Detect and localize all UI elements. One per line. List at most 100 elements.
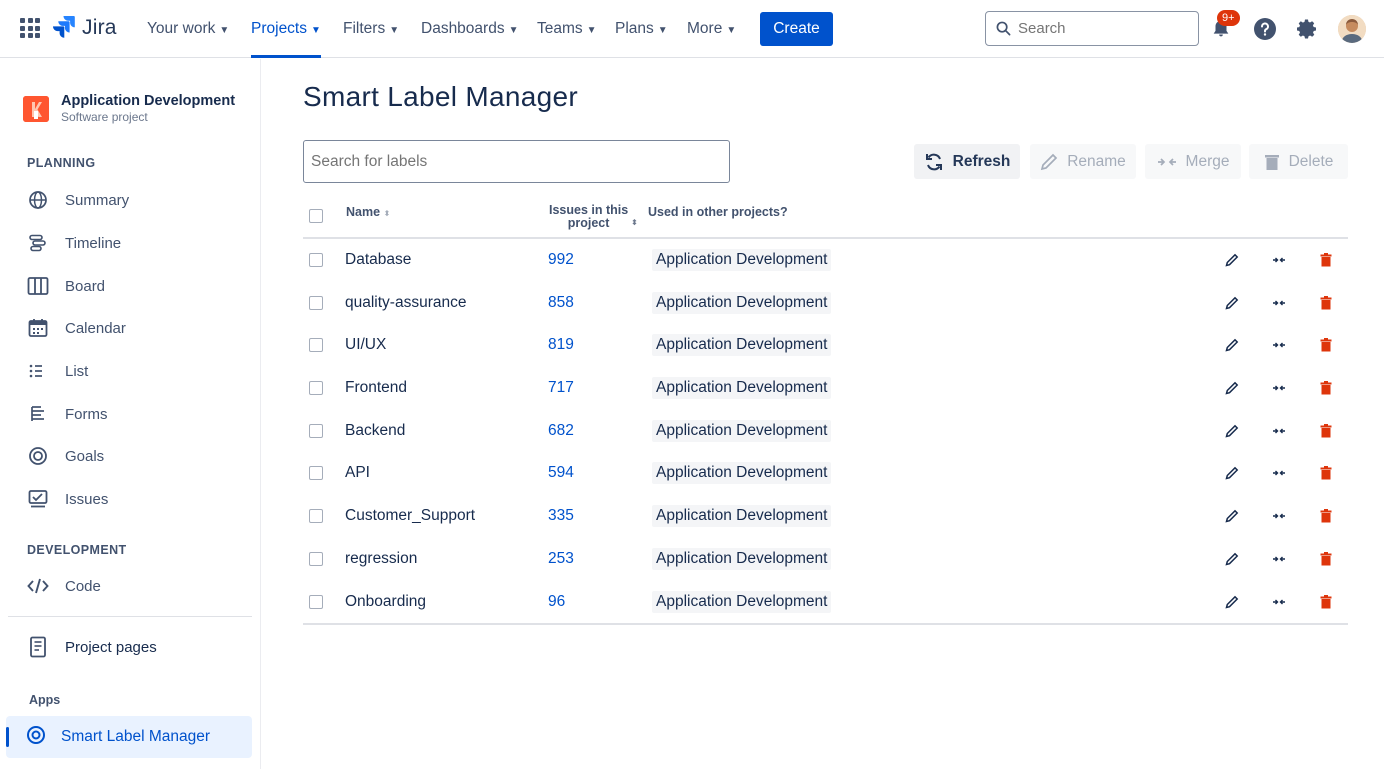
sidebar-item-label: Forms xyxy=(65,405,108,423)
row-checkbox[interactable] xyxy=(309,551,323,566)
project-header[interactable]: Application Development Software project xyxy=(23,93,235,124)
merge-row-button[interactable] xyxy=(1271,252,1287,268)
planning-heading: PLANNING xyxy=(27,156,96,170)
row-checkbox[interactable] xyxy=(309,253,323,267)
row-checkbox[interactable] xyxy=(309,381,323,396)
merge-icon xyxy=(1273,300,1285,306)
row-checkbox[interactable] xyxy=(309,466,323,481)
delete-row-button[interactable] xyxy=(1318,423,1334,439)
issue-count-link[interactable]: 992 xyxy=(548,251,574,269)
merge-row-button[interactable] xyxy=(1271,380,1287,396)
sidebar-item-label: List xyxy=(65,362,89,380)
delete-row-button[interactable] xyxy=(1318,465,1334,481)
app-switcher-icon[interactable] xyxy=(20,18,40,38)
sidebar-item-summary[interactable]: Summary xyxy=(27,185,252,215)
delete-button[interactable]: Delete xyxy=(1249,144,1348,179)
trash-icon xyxy=(1264,154,1279,170)
sidebar-item-timeline[interactable]: Timeline xyxy=(27,228,252,258)
global-search[interactable] xyxy=(985,11,1199,46)
merge-row-button[interactable] xyxy=(1271,594,1287,610)
label-search-input[interactable] xyxy=(303,140,730,183)
merge-row-button[interactable] xyxy=(1271,508,1287,524)
pencil-icon xyxy=(1225,253,1239,267)
used-in-other-column-header: Used in other projects? xyxy=(648,205,788,219)
settings-icon[interactable] xyxy=(1294,16,1320,42)
issue-count-link[interactable]: 682 xyxy=(548,422,574,440)
merge-button[interactable]: Merge xyxy=(1145,144,1241,179)
issue-count-link[interactable]: 253 xyxy=(548,550,574,568)
sort-icon[interactable]: ⬍ xyxy=(631,218,638,227)
issue-count-link[interactable]: 96 xyxy=(548,593,565,611)
sidebar-item-list[interactable]: List xyxy=(27,356,252,386)
sidebar-item-goals[interactable]: Goals xyxy=(27,441,252,471)
rename-row-button[interactable] xyxy=(1224,594,1240,610)
sidebar-item-smart-label-manager[interactable]: Smart Label Manager xyxy=(6,716,252,758)
nav-teams[interactable]: Teams ▼ xyxy=(537,0,597,58)
sidebar-item-code[interactable]: Code xyxy=(27,571,252,601)
nav-more[interactable]: More ▼ xyxy=(687,0,736,58)
merge-icon xyxy=(1157,157,1176,166)
question-icon xyxy=(1254,18,1276,40)
select-all-checkbox[interactable] xyxy=(309,209,323,223)
merge-row-button[interactable] xyxy=(1271,465,1287,481)
delete-row-button[interactable] xyxy=(1318,252,1334,268)
delete-row-button[interactable] xyxy=(1318,594,1334,610)
rename-row-button[interactable] xyxy=(1224,380,1240,396)
merge-row-button[interactable] xyxy=(1271,337,1287,353)
sidebar-item-board[interactable]: Board xyxy=(27,271,252,301)
help-icon[interactable] xyxy=(1252,16,1278,42)
nav-plans[interactable]: Plans ▼ xyxy=(615,0,668,58)
issues-column-header[interactable]: Issues in this project xyxy=(549,204,628,230)
row-checkbox[interactable] xyxy=(309,295,323,310)
merge-row-button[interactable] xyxy=(1271,423,1287,439)
sidebar-item-forms[interactable]: Forms xyxy=(27,399,252,429)
issue-count-link[interactable]: 335 xyxy=(548,507,574,525)
issue-count-link[interactable]: 594 xyxy=(548,464,574,482)
row-checkbox[interactable] xyxy=(309,594,323,609)
rename-button[interactable]: Rename xyxy=(1030,144,1136,179)
delete-row-button[interactable] xyxy=(1318,337,1334,353)
sidebar-item-calendar[interactable]: Calendar xyxy=(27,313,252,343)
rename-row-button[interactable] xyxy=(1224,337,1240,353)
pencil-icon xyxy=(1225,595,1239,609)
notification-badge: 9+ xyxy=(1217,10,1240,26)
delete-row-button[interactable] xyxy=(1318,508,1334,524)
page-title: Smart Label Manager xyxy=(303,81,578,112)
rename-row-button[interactable] xyxy=(1224,423,1240,439)
rename-row-button[interactable] xyxy=(1224,508,1240,524)
create-button[interactable]: Create xyxy=(760,12,833,46)
rename-row-button[interactable] xyxy=(1224,295,1240,311)
row-checkbox[interactable] xyxy=(309,509,323,524)
rename-row-button[interactable] xyxy=(1224,551,1240,567)
row-checkbox[interactable] xyxy=(309,338,323,353)
table-row: Database 992 Application Development xyxy=(303,239,1348,282)
refresh-button[interactable]: Refresh xyxy=(914,144,1020,179)
row-checkbox[interactable] xyxy=(309,423,323,438)
nav-filters[interactable]: Filters ▼ xyxy=(343,0,399,58)
global-search-input[interactable] xyxy=(1018,20,1188,37)
nav-projects[interactable]: Projects ▼ xyxy=(251,0,321,58)
issue-count-link[interactable]: 858 xyxy=(548,294,574,312)
user-avatar[interactable] xyxy=(1338,15,1366,43)
rename-row-button[interactable] xyxy=(1224,465,1240,481)
nav-your-work[interactable]: Your work ▼ xyxy=(147,0,229,58)
label-name: Customer_Support xyxy=(345,507,476,525)
nav-dashboards-label: Dashboards xyxy=(421,20,505,37)
nav-dashboards[interactable]: Dashboards ▼ xyxy=(421,0,518,58)
sidebar-item-issues[interactable]: Issues xyxy=(27,484,252,514)
code-icon xyxy=(27,575,49,597)
name-column-header[interactable]: Name ⬍ xyxy=(346,205,390,219)
jira-logo-text: Jira xyxy=(82,16,117,39)
delete-row-button[interactable] xyxy=(1318,551,1334,567)
goals-icon xyxy=(27,445,49,467)
jira-logo[interactable]: Jira xyxy=(52,15,117,41)
delete-row-button[interactable] xyxy=(1318,295,1334,311)
merge-row-button[interactable] xyxy=(1271,295,1287,311)
pencil-icon xyxy=(1225,296,1239,310)
delete-row-button[interactable] xyxy=(1318,380,1334,396)
issue-count-link[interactable]: 717 xyxy=(548,379,574,397)
merge-row-button[interactable] xyxy=(1271,551,1287,567)
issue-count-link[interactable]: 819 xyxy=(548,336,574,354)
rename-row-button[interactable] xyxy=(1224,252,1240,268)
sidebar-item-project-pages[interactable]: Project pages xyxy=(27,632,252,662)
